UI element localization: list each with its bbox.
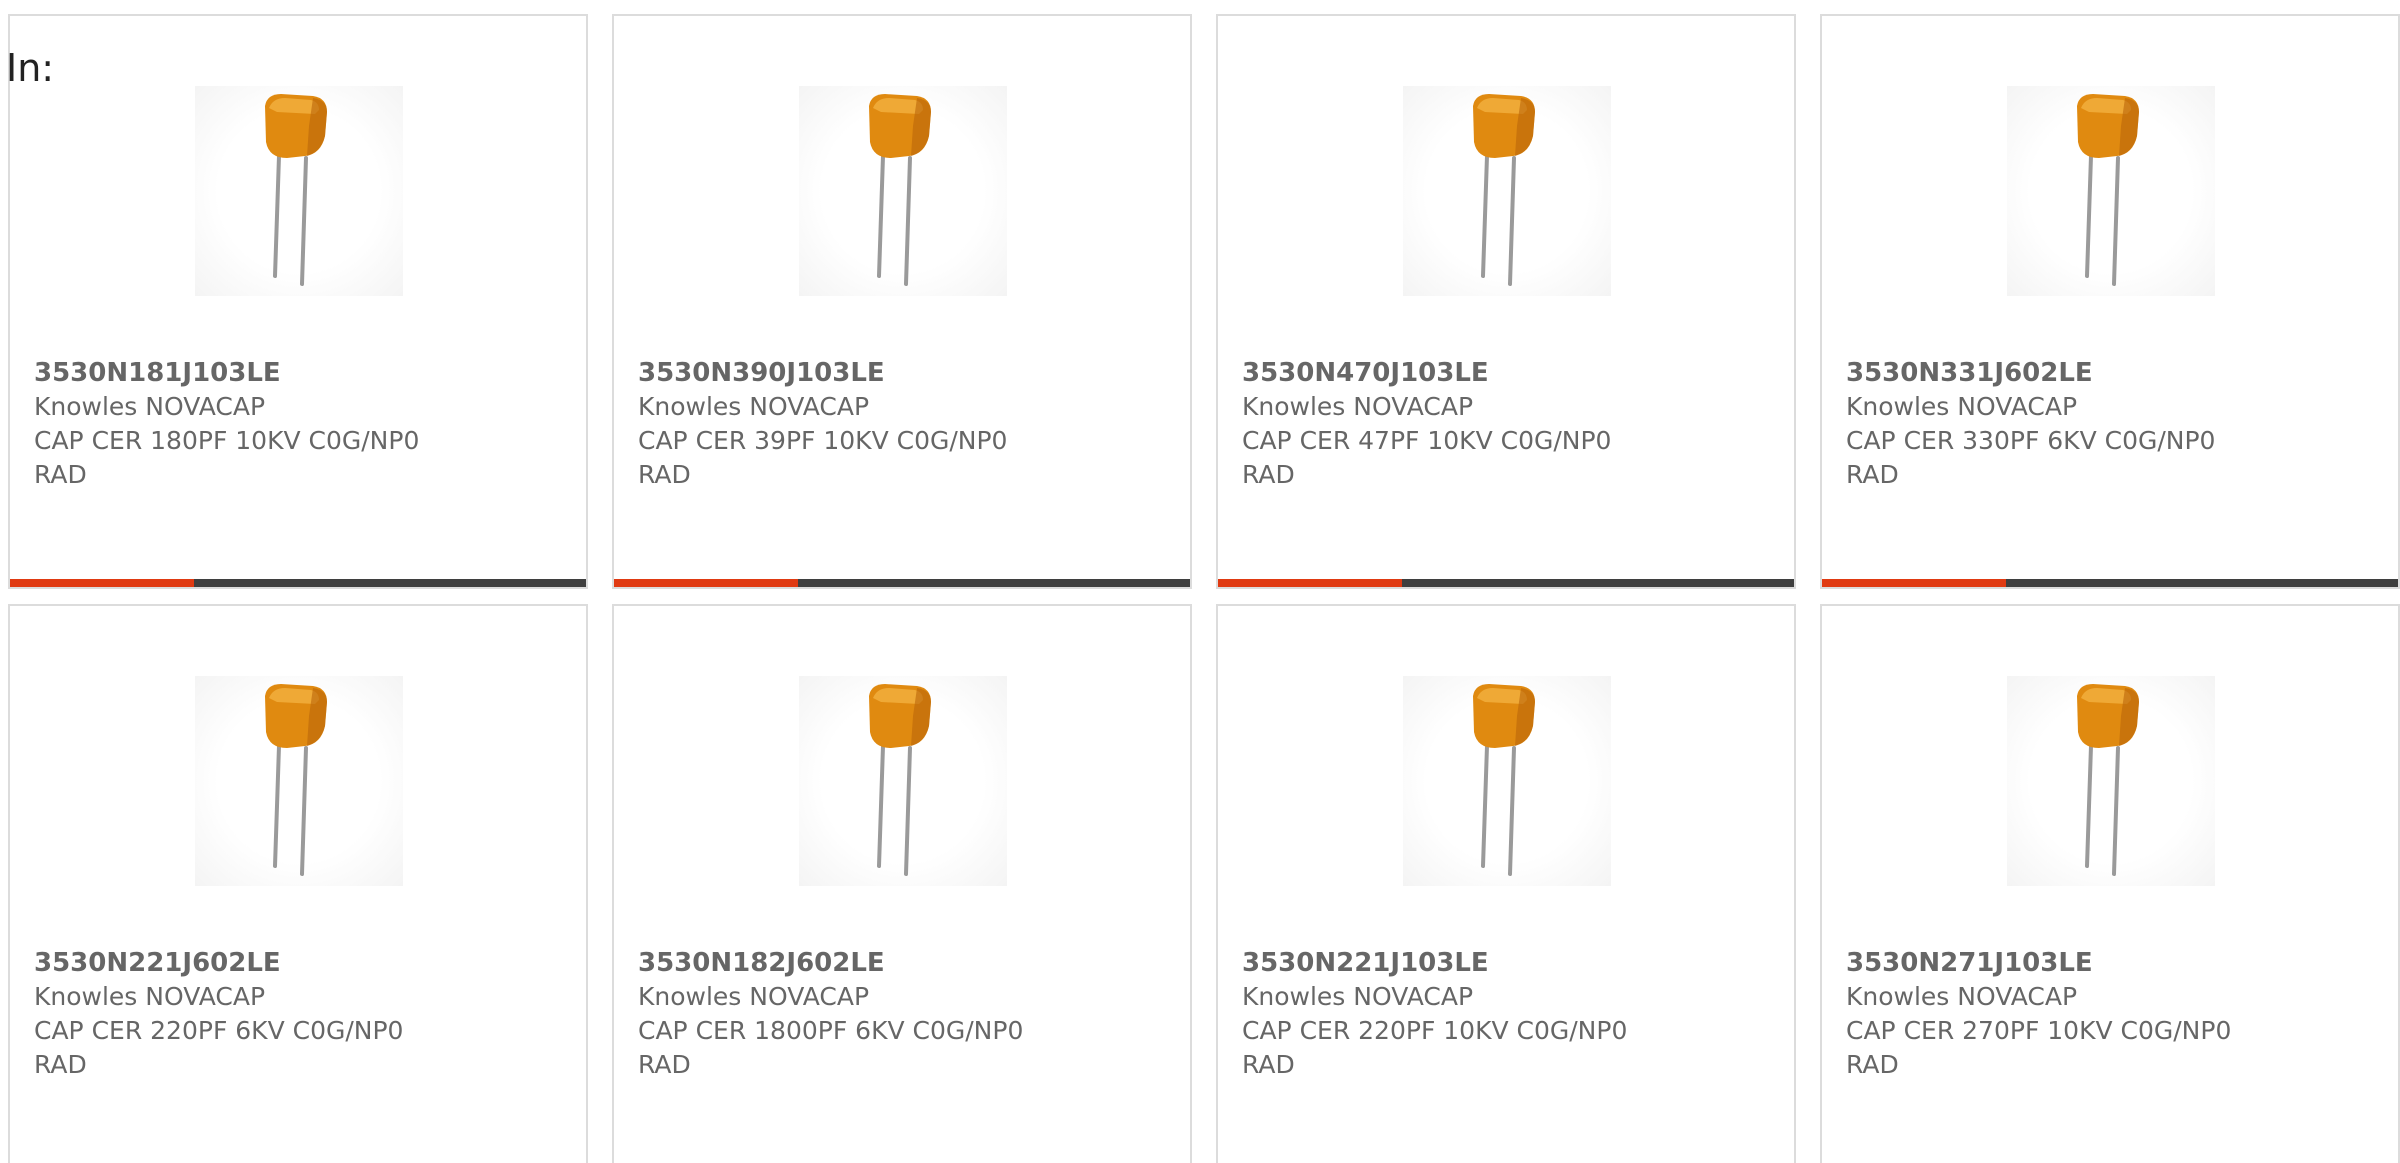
part-number[interactable]: 3530N331J602LE: [1846, 356, 2366, 390]
package: RAD: [1846, 460, 1899, 489]
capacitor-image[interactable]: [195, 676, 403, 886]
product-card[interactable]: 3530N470J103LE Knowles NOVACAP CAP CER 4…: [1216, 14, 1796, 589]
product-info: 3530N470J103LE Knowles NOVACAP CAP CER 4…: [1242, 356, 1762, 492]
description: CAP CER 330PF 6KV C0G/NP0: [1846, 426, 2216, 455]
package: RAD: [638, 460, 691, 489]
manufacturer: Knowles NOVACAP: [1846, 982, 2078, 1011]
capacitor-image[interactable]: [799, 86, 1007, 296]
product-card[interactable]: 3530N390J103LE Knowles NOVACAP CAP CER 3…: [612, 14, 1192, 589]
manufacturer: Knowles NOVACAP: [34, 982, 266, 1011]
part-number[interactable]: 3530N470J103LE: [1242, 356, 1762, 390]
progress-bar: [10, 579, 586, 587]
description: CAP CER 1800PF 6KV C0G/NP0: [638, 1016, 1024, 1045]
description: CAP CER 39PF 10KV C0G/NP0: [638, 426, 1008, 455]
product-info: 3530N221J602LE Knowles NOVACAP CAP CER 2…: [34, 946, 554, 1082]
package: RAD: [1846, 1050, 1899, 1079]
product-info: 3530N271J103LE Knowles NOVACAP CAP CER 2…: [1846, 946, 2366, 1082]
manufacturer: Knowles NOVACAP: [638, 982, 870, 1011]
product-card[interactable]: 3530N221J602LE Knowles NOVACAP CAP CER 2…: [8, 604, 588, 1163]
product-info: 3530N221J103LE Knowles NOVACAP CAP CER 2…: [1242, 946, 1762, 1082]
package: RAD: [1242, 1050, 1295, 1079]
progress-bar: [614, 579, 1190, 587]
description: CAP CER 220PF 6KV C0G/NP0: [34, 1016, 404, 1045]
product-grid: 3530N181J103LE Knowles NOVACAP CAP CER 1…: [8, 14, 2400, 1163]
progress-fill: [1218, 579, 1403, 587]
progress-fill: [10, 579, 195, 587]
product-info: 3530N181J103LE Knowles NOVACAP CAP CER 1…: [34, 356, 554, 492]
product-info: 3530N331J602LE Knowles NOVACAP CAP CER 3…: [1846, 356, 2366, 492]
part-number[interactable]: 3530N181J103LE: [34, 356, 554, 390]
part-number[interactable]: 3530N390J103LE: [638, 356, 1158, 390]
capacitor-image[interactable]: [2007, 86, 2215, 296]
product-card[interactable]: 3530N181J103LE Knowles NOVACAP CAP CER 1…: [8, 14, 588, 589]
capacitor-image[interactable]: [2007, 676, 2215, 886]
part-number[interactable]: 3530N221J602LE: [34, 946, 554, 980]
product-card[interactable]: 3530N182J602LE Knowles NOVACAP CAP CER 1…: [612, 604, 1192, 1163]
description: CAP CER 270PF 10KV C0G/NP0: [1846, 1016, 2232, 1045]
in-label: In:: [6, 46, 55, 90]
description: CAP CER 220PF 10KV C0G/NP0: [1242, 1016, 1628, 1045]
part-number[interactable]: 3530N271J103LE: [1846, 946, 2366, 980]
product-card[interactable]: 3530N271J103LE Knowles NOVACAP CAP CER 2…: [1820, 604, 2400, 1163]
capacitor-image[interactable]: [1403, 676, 1611, 886]
manufacturer: Knowles NOVACAP: [34, 392, 266, 421]
capacitor-image[interactable]: [799, 676, 1007, 886]
manufacturer: Knowles NOVACAP: [638, 392, 870, 421]
product-card[interactable]: 3530N331J602LE Knowles NOVACAP CAP CER 3…: [1820, 14, 2400, 589]
package: RAD: [34, 1050, 87, 1079]
progress-fill: [1822, 579, 2007, 587]
manufacturer: Knowles NOVACAP: [1846, 392, 2078, 421]
manufacturer: Knowles NOVACAP: [1242, 982, 1474, 1011]
product-grid-page: In: 3530N181J103LE Knowles NOVACAP CAP C…: [0, 0, 2400, 1163]
product-info: 3530N182J602LE Knowles NOVACAP CAP CER 1…: [638, 946, 1158, 1082]
package: RAD: [638, 1050, 691, 1079]
part-number[interactable]: 3530N221J103LE: [1242, 946, 1762, 980]
progress-fill: [614, 579, 799, 587]
package: RAD: [1242, 460, 1295, 489]
progress-bar: [1218, 579, 1794, 587]
capacitor-image[interactable]: [1403, 86, 1611, 296]
progress-bar: [1822, 579, 2398, 587]
product-card[interactable]: 3530N221J103LE Knowles NOVACAP CAP CER 2…: [1216, 604, 1796, 1163]
description: CAP CER 180PF 10KV C0G/NP0: [34, 426, 420, 455]
description: CAP CER 47PF 10KV C0G/NP0: [1242, 426, 1612, 455]
capacitor-image[interactable]: [195, 86, 403, 296]
part-number[interactable]: 3530N182J602LE: [638, 946, 1158, 980]
product-info: 3530N390J103LE Knowles NOVACAP CAP CER 3…: [638, 356, 1158, 492]
package: RAD: [34, 460, 87, 489]
manufacturer: Knowles NOVACAP: [1242, 392, 1474, 421]
